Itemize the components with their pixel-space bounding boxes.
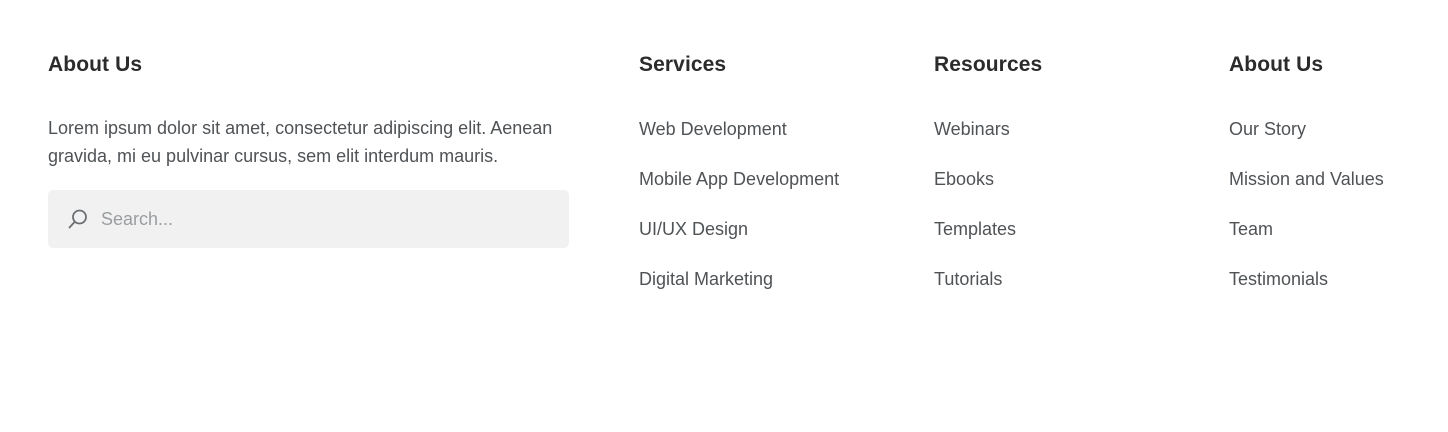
footer-about-links-column: About Us Our Story Mission and Values Te… [1229,51,1439,317]
search-input[interactable] [101,204,521,234]
footer-link-webinars[interactable]: Webinars [934,117,1194,141]
footer-link-testimonials[interactable]: Testimonials [1229,267,1439,291]
search-box[interactable] [48,190,569,248]
footer-services-column: Services Web Development Mobile App Deve… [639,51,899,317]
footer-link-templates[interactable]: Templates [934,217,1194,241]
services-link-list: Web Development Mobile App Development U… [639,117,899,291]
footer-about-column: About Us Lorem ipsum dolor sit amet, con… [48,51,569,248]
footer-resources-column: Resources Webinars Ebooks Templates Tuto… [934,51,1194,317]
footer-link-digital-marketing[interactable]: Digital Marketing [639,267,899,291]
footer-link-web-development[interactable]: Web Development [639,117,899,141]
footer-link-mission-and-values[interactable]: Mission and Values [1229,167,1439,191]
services-heading: Services [639,53,727,76]
footer-link-team[interactable]: Team [1229,217,1439,241]
footer-link-ui-ux-design[interactable]: UI/UX Design [639,217,899,241]
footer-link-ebooks[interactable]: Ebooks [934,167,1194,191]
about-links-heading: About Us [1229,53,1324,76]
site-footer: About Us Lorem ipsum dolor sit amet, con… [0,0,1448,432]
footer-link-tutorials[interactable]: Tutorials [934,267,1194,291]
about-description: Lorem ipsum dolor sit amet, consectetur … [48,118,553,166]
about-link-list: Our Story Mission and Values Team Testim… [1229,117,1439,291]
footer-link-mobile-app-development[interactable]: Mobile App Development [639,167,899,191]
resources-link-list: Webinars Ebooks Templates Tutorials [934,117,1194,291]
resources-heading: Resources [934,53,1043,76]
footer-link-our-story[interactable]: Our Story [1229,117,1439,141]
about-heading: About Us [48,53,143,76]
search-icon [67,208,89,230]
